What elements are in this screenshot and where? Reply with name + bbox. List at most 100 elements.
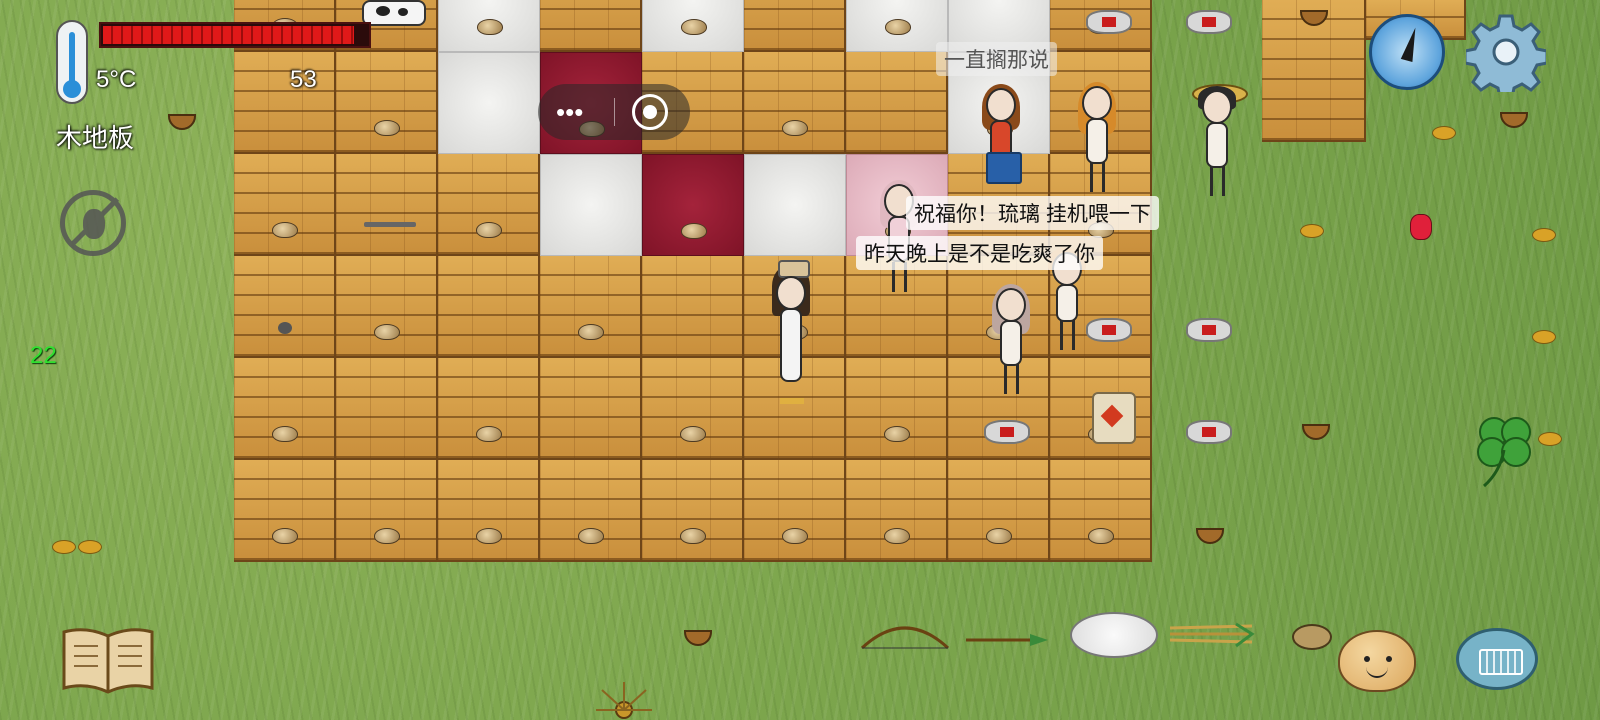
bread-item[interactable]	[681, 19, 707, 35]
rug-white-tile[interactable]	[846, 0, 948, 52]
bread-item[interactable]	[681, 223, 707, 239]
wood-floor-tile[interactable]	[846, 460, 948, 562]
wood-floor-tile[interactable]	[744, 0, 846, 52]
bread-item[interactable]	[374, 324, 400, 340]
stone-item[interactable]	[278, 322, 292, 334]
character-girl-blue-bucket[interactable]	[980, 84, 1026, 208]
bread-item[interactable]	[477, 19, 503, 35]
seed-pile-item[interactable]	[52, 540, 76, 554]
sack-item[interactable]	[1186, 10, 1232, 34]
turtle-item[interactable]	[1292, 624, 1332, 650]
wood-floor-tile[interactable]	[642, 256, 744, 358]
sack-item[interactable]	[1186, 318, 1232, 342]
bread-item[interactable]	[884, 528, 910, 544]
wood-floor-tile[interactable]	[540, 256, 642, 358]
character-gray-hair[interactable]	[990, 284, 1034, 408]
wood-floor[interactable]	[234, 0, 1160, 562]
keyboard-icon[interactable]	[1456, 628, 1538, 690]
fleece-item[interactable]	[1070, 612, 1158, 658]
bow-item[interactable]	[860, 624, 950, 650]
wood-floor-tile[interactable]	[234, 358, 336, 460]
basket-item[interactable]	[168, 114, 196, 130]
seed-pile-item[interactable]	[1300, 224, 1324, 238]
sack-item[interactable]	[1086, 10, 1132, 34]
wood-floor-tile[interactable]	[336, 154, 438, 256]
wood-floor-tile[interactable]	[948, 460, 1050, 562]
wood-floor-tile[interactable]	[336, 256, 438, 358]
wood-floor-tile[interactable]	[234, 154, 336, 256]
clover-icon[interactable]	[1470, 410, 1540, 490]
wood-floor-tile[interactable]	[744, 52, 846, 154]
rug-white-tile[interactable]	[744, 154, 846, 256]
wood-floor-tile[interactable]	[234, 52, 336, 154]
arrow-item[interactable]	[964, 630, 1050, 650]
bread-item[interactable]	[272, 426, 298, 442]
bread-item[interactable]	[885, 19, 911, 35]
bread-item[interactable]	[986, 528, 1012, 544]
bread-item[interactable]	[782, 528, 808, 544]
grain-sack-item[interactable]	[1092, 392, 1136, 444]
wood-floor-tile[interactable]	[234, 256, 336, 358]
reed-bundle-item[interactable]	[1166, 620, 1256, 650]
bread-item[interactable]	[374, 528, 400, 544]
no-bug-icon[interactable]	[60, 190, 126, 256]
more-dots-icon[interactable]: •••	[556, 98, 606, 126]
wood-floor-tile[interactable]	[540, 358, 642, 460]
wood-floor-tile[interactable]	[234, 460, 336, 562]
bread-item[interactable]	[680, 426, 706, 442]
wood-floor-tile[interactable]	[642, 358, 744, 460]
seed-pile-item[interactable]	[1532, 228, 1556, 242]
rug-white-tile[interactable]	[540, 154, 642, 256]
wood-floor-tile[interactable]	[642, 460, 744, 562]
sack-item[interactable]	[1186, 420, 1232, 444]
wood-floor-tile[interactable]	[846, 52, 948, 154]
seed-pile-item[interactable]	[1432, 126, 1456, 140]
bread-item[interactable]	[374, 120, 400, 136]
wood-floor-tile[interactable]	[438, 460, 540, 562]
rug-white-tile[interactable]	[642, 0, 744, 52]
cow-item[interactable]	[362, 0, 426, 26]
sack-item[interactable]	[1086, 318, 1132, 342]
bread-item[interactable]	[578, 324, 604, 340]
bread-item[interactable]	[272, 528, 298, 544]
compass-icon[interactable]	[1369, 14, 1445, 90]
smiley-face-icon[interactable]	[1338, 630, 1416, 692]
gear-icon[interactable]	[1466, 12, 1546, 92]
rug-red-tile[interactable]	[642, 154, 744, 256]
wood-floor-tile[interactable]	[438, 358, 540, 460]
sack-item[interactable]	[984, 420, 1030, 444]
basket-item[interactable]	[1196, 528, 1224, 544]
red-berry-item[interactable]	[1410, 214, 1432, 240]
sun-wheel-item[interactable]	[594, 680, 654, 720]
bread-item[interactable]	[782, 120, 808, 136]
character-girl-long-hair[interactable]	[1076, 82, 1120, 196]
book-icon[interactable]	[60, 626, 156, 694]
wood-floor-tile[interactable]	[336, 460, 438, 562]
bread-item[interactable]	[476, 426, 502, 442]
wood-floor-tile[interactable]	[438, 154, 540, 256]
wood-floor-tile[interactable]	[540, 0, 642, 52]
bread-item[interactable]	[476, 528, 502, 544]
basket-item[interactable]	[1302, 424, 1330, 440]
seed-pile-item[interactable]	[78, 540, 102, 554]
bread-item[interactable]	[578, 528, 604, 544]
seed-pile-item[interactable]	[1532, 330, 1556, 344]
basket-item[interactable]	[684, 630, 712, 646]
bread-item[interactable]	[1088, 528, 1114, 544]
basket-item[interactable]	[1500, 112, 1528, 128]
knife-item[interactable]	[364, 222, 416, 227]
wood-floor-tile[interactable]	[744, 460, 846, 562]
rug-white-tile[interactable]	[438, 0, 540, 52]
record-icon[interactable]	[632, 94, 668, 130]
bread-item[interactable]	[272, 222, 298, 238]
wood-floor-tile[interactable]	[438, 256, 540, 358]
wood-floor-tile[interactable]	[336, 52, 438, 154]
wood-floor-tile[interactable]	[846, 358, 948, 460]
rug-white-tile[interactable]	[438, 52, 540, 154]
bread-item[interactable]	[884, 426, 910, 442]
wood-floor-tile[interactable]	[540, 460, 642, 562]
character-straw-hat[interactable]	[1192, 84, 1248, 200]
bread-item[interactable]	[680, 528, 706, 544]
wood-floor-tile[interactable]	[1050, 460, 1152, 562]
game-world[interactable]: 一直搁那说 祝福你！琉璃 挂机喂一下 昨天晚上是不是吃爽了你 5°C 53 木地…	[0, 0, 1600, 720]
